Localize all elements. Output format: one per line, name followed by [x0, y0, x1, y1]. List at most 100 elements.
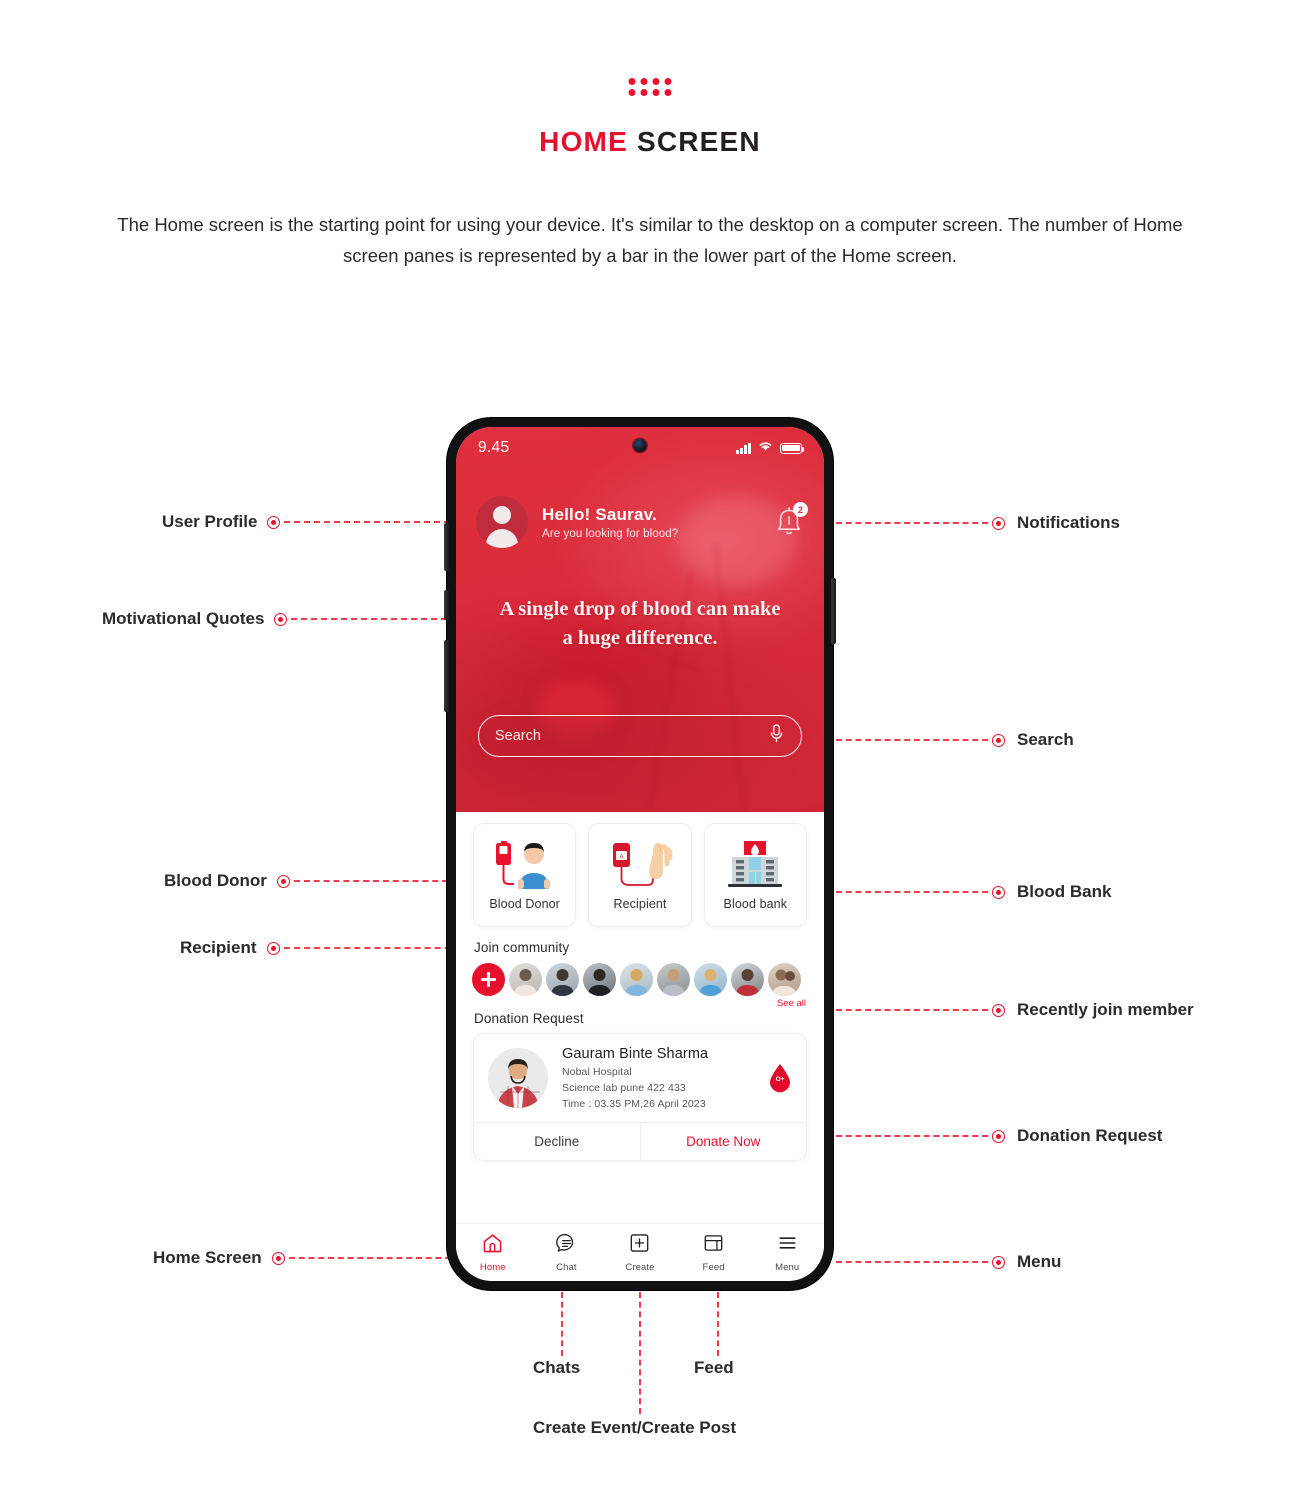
callout-label: Chats: [533, 1358, 581, 1377]
category-label: Blood bank: [723, 897, 788, 911]
callout-feed: Feed: [694, 1358, 734, 1378]
nav-item-chat[interactable]: Chat: [530, 1233, 604, 1273]
community-member-avatar[interactable]: [620, 963, 653, 996]
callout-dot-icon: [992, 516, 1005, 530]
battery-full-icon: [780, 442, 805, 454]
page-title: HOME SCREEN: [0, 126, 1300, 158]
page-title-rest: SCREEN: [627, 126, 761, 157]
dots-grid-icon: [628, 78, 672, 96]
callout-user-profile: User Profile: [162, 512, 451, 532]
callout-label: User Profile: [162, 512, 258, 531]
nav-item-menu[interactable]: Menu: [750, 1233, 824, 1273]
callout-recently-join-member: Recently join member: [836, 1000, 1194, 1020]
callout-blood-donor: Blood Donor: [164, 871, 458, 891]
donor-time: Time : 03.35 PM,26 April 2023: [562, 1098, 706, 1110]
donor-avatar[interactable]: [488, 1048, 548, 1108]
leader-line: [836, 1009, 988, 1011]
blood-drop-icon: O+: [768, 1063, 792, 1093]
leader-line: [836, 1135, 988, 1137]
category-card-blood-donor[interactable]: Blood Donor: [473, 823, 577, 927]
see-all-link[interactable]: See all: [456, 996, 824, 1009]
blood-recipient-icon: A: [603, 839, 677, 891]
content-area: Blood Donor A Recipient Blood bank Join …: [456, 812, 824, 1223]
microphone-icon[interactable]: [768, 723, 785, 749]
leader-line: [836, 522, 988, 524]
nav-item-home[interactable]: Home: [456, 1233, 530, 1273]
callout-motivational-quotes: Motivational Quotes: [102, 609, 458, 629]
chat-icon: [556, 1233, 577, 1258]
blood-group-label: O+: [775, 1076, 785, 1083]
decline-button[interactable]: Decline: [474, 1123, 640, 1160]
community-member-avatar[interactable]: [657, 963, 690, 996]
callout-dot-icon: [271, 1251, 285, 1265]
callout-home-screen: Home Screen: [153, 1248, 461, 1268]
leader-line: [836, 891, 988, 893]
wifi-icon: [758, 439, 773, 457]
add-member-icon[interactable]: [472, 963, 505, 996]
category-label: Blood Donor: [489, 897, 560, 911]
category-card-recipient[interactable]: A Recipient: [588, 823, 692, 927]
nav-item-create[interactable]: Create: [603, 1233, 677, 1273]
page-title-highlight: HOME: [539, 126, 628, 157]
callout-label: Home Screen: [153, 1248, 262, 1267]
callout-label: Notifications: [1017, 513, 1120, 532]
phone-button-left-3[interactable]: [444, 640, 449, 712]
plus-box-icon: [629, 1233, 650, 1258]
leader-line-chats-vertical: [561, 1292, 563, 1356]
leader-line-feed-vertical: [717, 1292, 719, 1356]
community-member-avatar[interactable]: [583, 963, 616, 996]
callout-menu: Menu: [836, 1252, 1061, 1272]
nav-label: Home: [479, 1261, 506, 1273]
community-member-avatar[interactable]: [731, 963, 764, 996]
callout-label: Blood Bank: [1017, 882, 1112, 901]
notification-bell-icon[interactable]: 2: [772, 502, 808, 540]
phone-button-left-1[interactable]: [444, 523, 449, 571]
front-camera-icon: [633, 439, 647, 452]
nav-label: Menu: [775, 1261, 800, 1273]
callout-label: Donation Request: [1017, 1126, 1163, 1145]
community-member-avatar[interactable]: [546, 963, 579, 996]
community-member-avatar[interactable]: [509, 963, 542, 996]
search-bar[interactable]: [478, 715, 802, 757]
community-member-avatar[interactable]: [768, 963, 801, 996]
callout-dot-icon: [992, 1255, 1005, 1269]
community-section-title: Join community: [474, 940, 570, 955]
callout-label: Blood Donor: [164, 871, 267, 890]
status-time: 9.45: [478, 439, 510, 456]
donation-request-card: Gauram Binte Sharma Nobal Hospital Scien…: [473, 1033, 807, 1161]
greeting-name: Hello! Saurav.: [542, 504, 657, 524]
greeting-subtitle: Are you looking for blood?: [542, 527, 679, 540]
nav-label: Chat: [556, 1261, 577, 1273]
category-card-blood-bank[interactable]: Blood bank: [703, 823, 807, 927]
search-input[interactable]: [495, 728, 768, 744]
home-icon: [482, 1233, 503, 1258]
notification-badge: 2: [793, 502, 808, 517]
motivational-quote: A single drop of blood can make a huge d…: [499, 598, 781, 650]
leader-line: [836, 1261, 988, 1263]
callout-dot-icon: [992, 733, 1005, 747]
blood-bank-icon: [718, 839, 792, 891]
callout-notifications: Notifications: [836, 513, 1120, 533]
callout-label: Recipient: [180, 938, 257, 957]
category-label: Recipient: [613, 897, 667, 911]
community-member-avatar[interactable]: [694, 963, 727, 996]
phone-button-left-2[interactable]: [444, 590, 449, 620]
feed-icon: [703, 1233, 724, 1258]
leader-line-create-vertical: [639, 1292, 641, 1414]
callout-donation-request: Donation Request: [836, 1126, 1162, 1146]
callout-label: Recently join member: [1017, 1000, 1194, 1019]
donor-name: Gauram Binte Sharma: [562, 1046, 709, 1062]
nav-label: Feed: [702, 1261, 725, 1273]
donate-now-button[interactable]: Donate Now: [641, 1123, 807, 1160]
nav-item-feed[interactable]: Feed: [677, 1233, 751, 1273]
user-avatar-icon[interactable]: [476, 496, 528, 548]
callout-dot-icon: [276, 874, 290, 888]
category-row: Blood Donor A Recipient Blood bank: [456, 812, 824, 927]
callout-dot-icon: [266, 941, 280, 955]
phone-button-right-1[interactable]: [831, 578, 836, 644]
callout-search: Search: [836, 730, 1074, 750]
callout-label: Motivational Quotes: [102, 609, 265, 628]
community-avatars: [456, 955, 824, 996]
callout-label: Search: [1017, 730, 1074, 749]
blood-donor-icon: [488, 839, 562, 891]
